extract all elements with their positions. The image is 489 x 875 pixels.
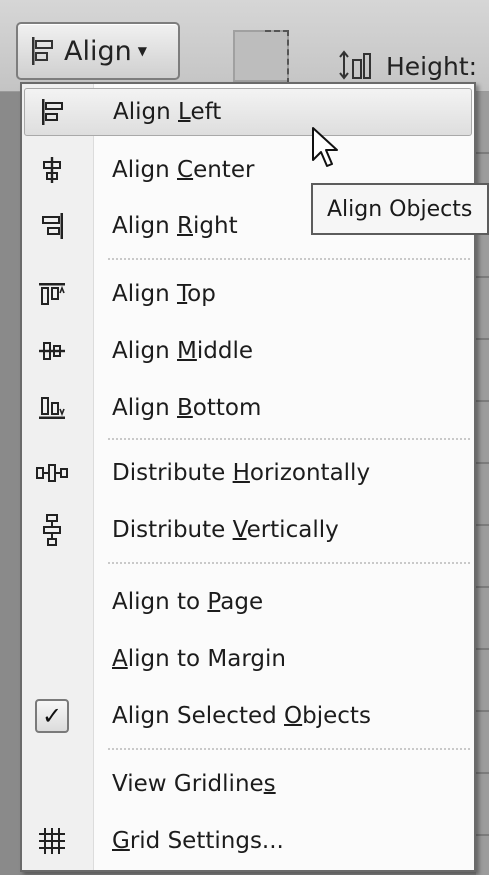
menu-item-label: Align Center	[112, 157, 255, 183]
align-center-icon	[34, 152, 70, 188]
menu-item-label: Align Right	[112, 213, 238, 239]
chevron-down-icon: ▼	[137, 44, 147, 58]
menu-item-label: Align to Margin	[112, 646, 286, 672]
distribute-vertically-icon	[34, 512, 70, 548]
checkbox-checked: ✓	[35, 699, 69, 733]
menu-item-grid-settings[interactable]: Grid Settings...	[24, 817, 472, 865]
picture-thumbnail-icon[interactable]	[233, 30, 289, 84]
align-top-icon	[34, 276, 70, 312]
menu-item-label: Align Bottom	[112, 395, 262, 421]
menu-item-label: Align Selected Objects	[112, 703, 371, 729]
checkmark-icon: ✓	[34, 698, 70, 734]
menu-item-label: View Gridlines	[112, 771, 276, 797]
grid-icon	[34, 823, 70, 859]
menu-item-align-middle[interactable]: Align Middle	[24, 327, 472, 375]
height-icon	[339, 50, 371, 80]
menu-item-label: Distribute Vertically	[112, 517, 339, 543]
align-middle-icon	[34, 333, 70, 369]
tooltip-text: Align Objects	[327, 196, 473, 222]
distribute-horizontally-icon	[34, 455, 70, 491]
menu-separator	[108, 438, 470, 440]
align-dropdown-button[interactable]: Align ▼	[16, 22, 180, 80]
tooltip: Align Objects	[311, 183, 489, 235]
menu-item-label: Distribute Horizontally	[112, 460, 371, 486]
ribbon-toolbar: Align ▼ Height:	[0, 0, 489, 92]
menu-item-label: Align Middle	[112, 338, 254, 364]
menu-item-align-selected-objects[interactable]: ✓ Align Selected Objects	[24, 692, 472, 740]
menu-item-label: Align to Page	[112, 589, 264, 615]
crop-frame-icon	[265, 30, 289, 84]
menu-item-label: Grid Settings...	[112, 828, 284, 854]
menu-item-align-to-margin[interactable]: Align to Margin	[24, 635, 472, 683]
menu-item-distribute-vertically[interactable]: Distribute Vertically	[24, 506, 472, 554]
menu-separator	[108, 562, 470, 564]
menu-item-label: Align Left	[113, 99, 222, 125]
mouse-pointer-icon	[312, 127, 338, 167]
align-bottom-icon	[34, 390, 70, 426]
menu-item-align-to-page[interactable]: Align to Page	[24, 578, 472, 626]
menu-item-distribute-horizontally[interactable]: Distribute Horizontally	[24, 449, 472, 497]
align-right-icon	[34, 208, 70, 244]
menu-separator	[108, 748, 470, 750]
menu-item-label: Align Top	[112, 281, 216, 307]
align-left-icon	[35, 94, 71, 130]
align-left-icon	[32, 37, 53, 65]
menu-item-align-left[interactable]: Align Left	[24, 88, 472, 136]
height-label: Height:	[386, 52, 478, 81]
menu-item-view-gridlines[interactable]: View Gridlines	[24, 760, 472, 808]
align-button-label: Align	[64, 35, 132, 67]
menu-item-align-top[interactable]: Align Top	[24, 270, 472, 318]
menu-separator	[108, 258, 470, 260]
menu-item-align-bottom[interactable]: Align Bottom	[24, 384, 472, 432]
